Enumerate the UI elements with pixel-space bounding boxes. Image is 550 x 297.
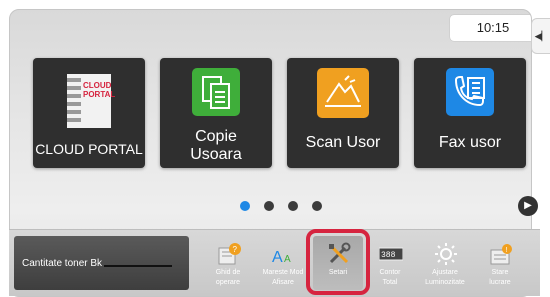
job-status-button[interactable]: ! Stare lucrare bbox=[473, 236, 527, 292]
caption-line-2: Luminozitate bbox=[425, 279, 465, 286]
caption-line-1: Ajustare bbox=[432, 269, 458, 276]
toner-level-panel: Cantitate toner Bk bbox=[14, 236, 189, 290]
caption-line-2: Total bbox=[382, 279, 398, 286]
copy-icon bbox=[192, 68, 240, 116]
operation-guide-button[interactable]: ? Ghid de operare bbox=[201, 236, 255, 292]
cloud-portal-logo-icon: CLOUD PORTAL bbox=[63, 72, 115, 130]
tile-label: CLOUD PORTAL bbox=[35, 141, 143, 157]
toner-level-bar bbox=[104, 265, 172, 267]
svg-text:A: A bbox=[284, 254, 291, 265]
tile-cloud-portal[interactable]: CLOUD PORTAL CLOUD PORTAL bbox=[33, 58, 145, 168]
tile-easy-fax[interactable]: Fax usor bbox=[414, 58, 526, 168]
tile-label-line-1: Copie bbox=[195, 128, 237, 145]
caption-line-2: operare bbox=[215, 279, 241, 286]
svg-text:388: 388 bbox=[381, 251, 396, 260]
brightness-icon bbox=[434, 242, 458, 266]
caption-line-2: lucrare bbox=[489, 279, 511, 286]
tile-easy-scan[interactable]: Scan Usor bbox=[287, 58, 399, 168]
tile-label-line-2: Usoara bbox=[190, 146, 242, 163]
cloud-logo-text-2: PORTAL bbox=[83, 90, 115, 99]
caption-line-1: Contor bbox=[379, 269, 401, 276]
page-dot-2[interactable] bbox=[264, 201, 274, 211]
page-indicator bbox=[236, 201, 326, 213]
scan-icon bbox=[317, 68, 369, 118]
caption-line-1: Ghid de bbox=[215, 269, 241, 276]
toner-label: Cantitate toner Bk bbox=[22, 258, 103, 269]
next-page-button[interactable]: ▶ bbox=[518, 196, 538, 216]
cloud-logo-text-1: CLOUD bbox=[83, 81, 112, 90]
svg-text:!: ! bbox=[506, 247, 508, 254]
page-dot-3[interactable] bbox=[288, 201, 298, 211]
play-right-icon: ▶ bbox=[524, 200, 532, 211]
brightness-adjust-button[interactable]: Ajustare Luminozitate bbox=[418, 236, 472, 292]
page-dot-4[interactable] bbox=[312, 201, 322, 211]
clock: 10:15 bbox=[450, 15, 531, 41]
top-bar: 10:15 bbox=[10, 10, 531, 48]
caption-line-1: Stare bbox=[491, 269, 509, 276]
chevron-left-icon: ◀▏ bbox=[534, 30, 549, 41]
font-size-icon: A A bbox=[272, 242, 296, 266]
total-count-button[interactable]: 388 Contor Total bbox=[363, 236, 417, 292]
page-dot-1[interactable] bbox=[240, 201, 250, 211]
caption-line-1: Mareste Mod bbox=[262, 269, 304, 276]
job-status-icon: ! bbox=[489, 242, 513, 266]
tile-label: Scan Usor bbox=[305, 134, 381, 151]
tile-easy-copy[interactable]: Copie Usoara bbox=[160, 58, 272, 168]
svg-text:?: ? bbox=[233, 245, 238, 254]
tile-label: Fax usor bbox=[438, 134, 502, 151]
counter-icon: 388 bbox=[378, 242, 404, 266]
settings-highlight-frame bbox=[306, 229, 370, 295]
svg-text:A: A bbox=[272, 249, 283, 266]
caption-line-2: Afisare bbox=[272, 279, 294, 286]
guide-icon: ? bbox=[217, 242, 241, 266]
fax-icon bbox=[446, 68, 494, 116]
side-panel-tab[interactable]: ◀▏ bbox=[531, 18, 550, 54]
enlarge-display-button[interactable]: A A Mareste Mod Afisare bbox=[256, 236, 310, 292]
